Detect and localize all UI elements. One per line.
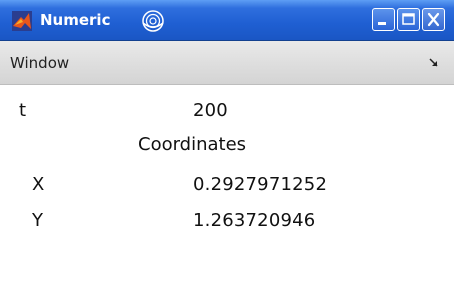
app-logo-icon [12,11,32,31]
dock-arrow-icon[interactable] [429,58,439,68]
numeric-window: Numeric Window t 200 Coordinates X 0.292… [0,0,454,297]
swirl-icon [142,10,164,32]
window-title: Numeric [40,11,111,29]
title-bar[interactable]: Numeric [0,0,454,41]
t-label: t [19,100,27,121]
maximize-icon [402,13,415,25]
x-value: 0.2927971252 [193,174,328,195]
minimize-button[interactable] [372,8,395,31]
menu-window[interactable]: Window [10,53,69,73]
x-label: X [32,174,45,195]
maximize-button[interactable] [397,8,420,31]
coordinates-heading: Coordinates [138,134,247,155]
close-button[interactable] [422,8,445,31]
menu-bar: Window [0,41,454,85]
close-icon [427,12,440,27]
y-value: 1.263720946 [193,210,316,231]
t-value: 200 [193,100,228,121]
minimize-icon [378,22,386,25]
y-label: Y [32,210,43,231]
